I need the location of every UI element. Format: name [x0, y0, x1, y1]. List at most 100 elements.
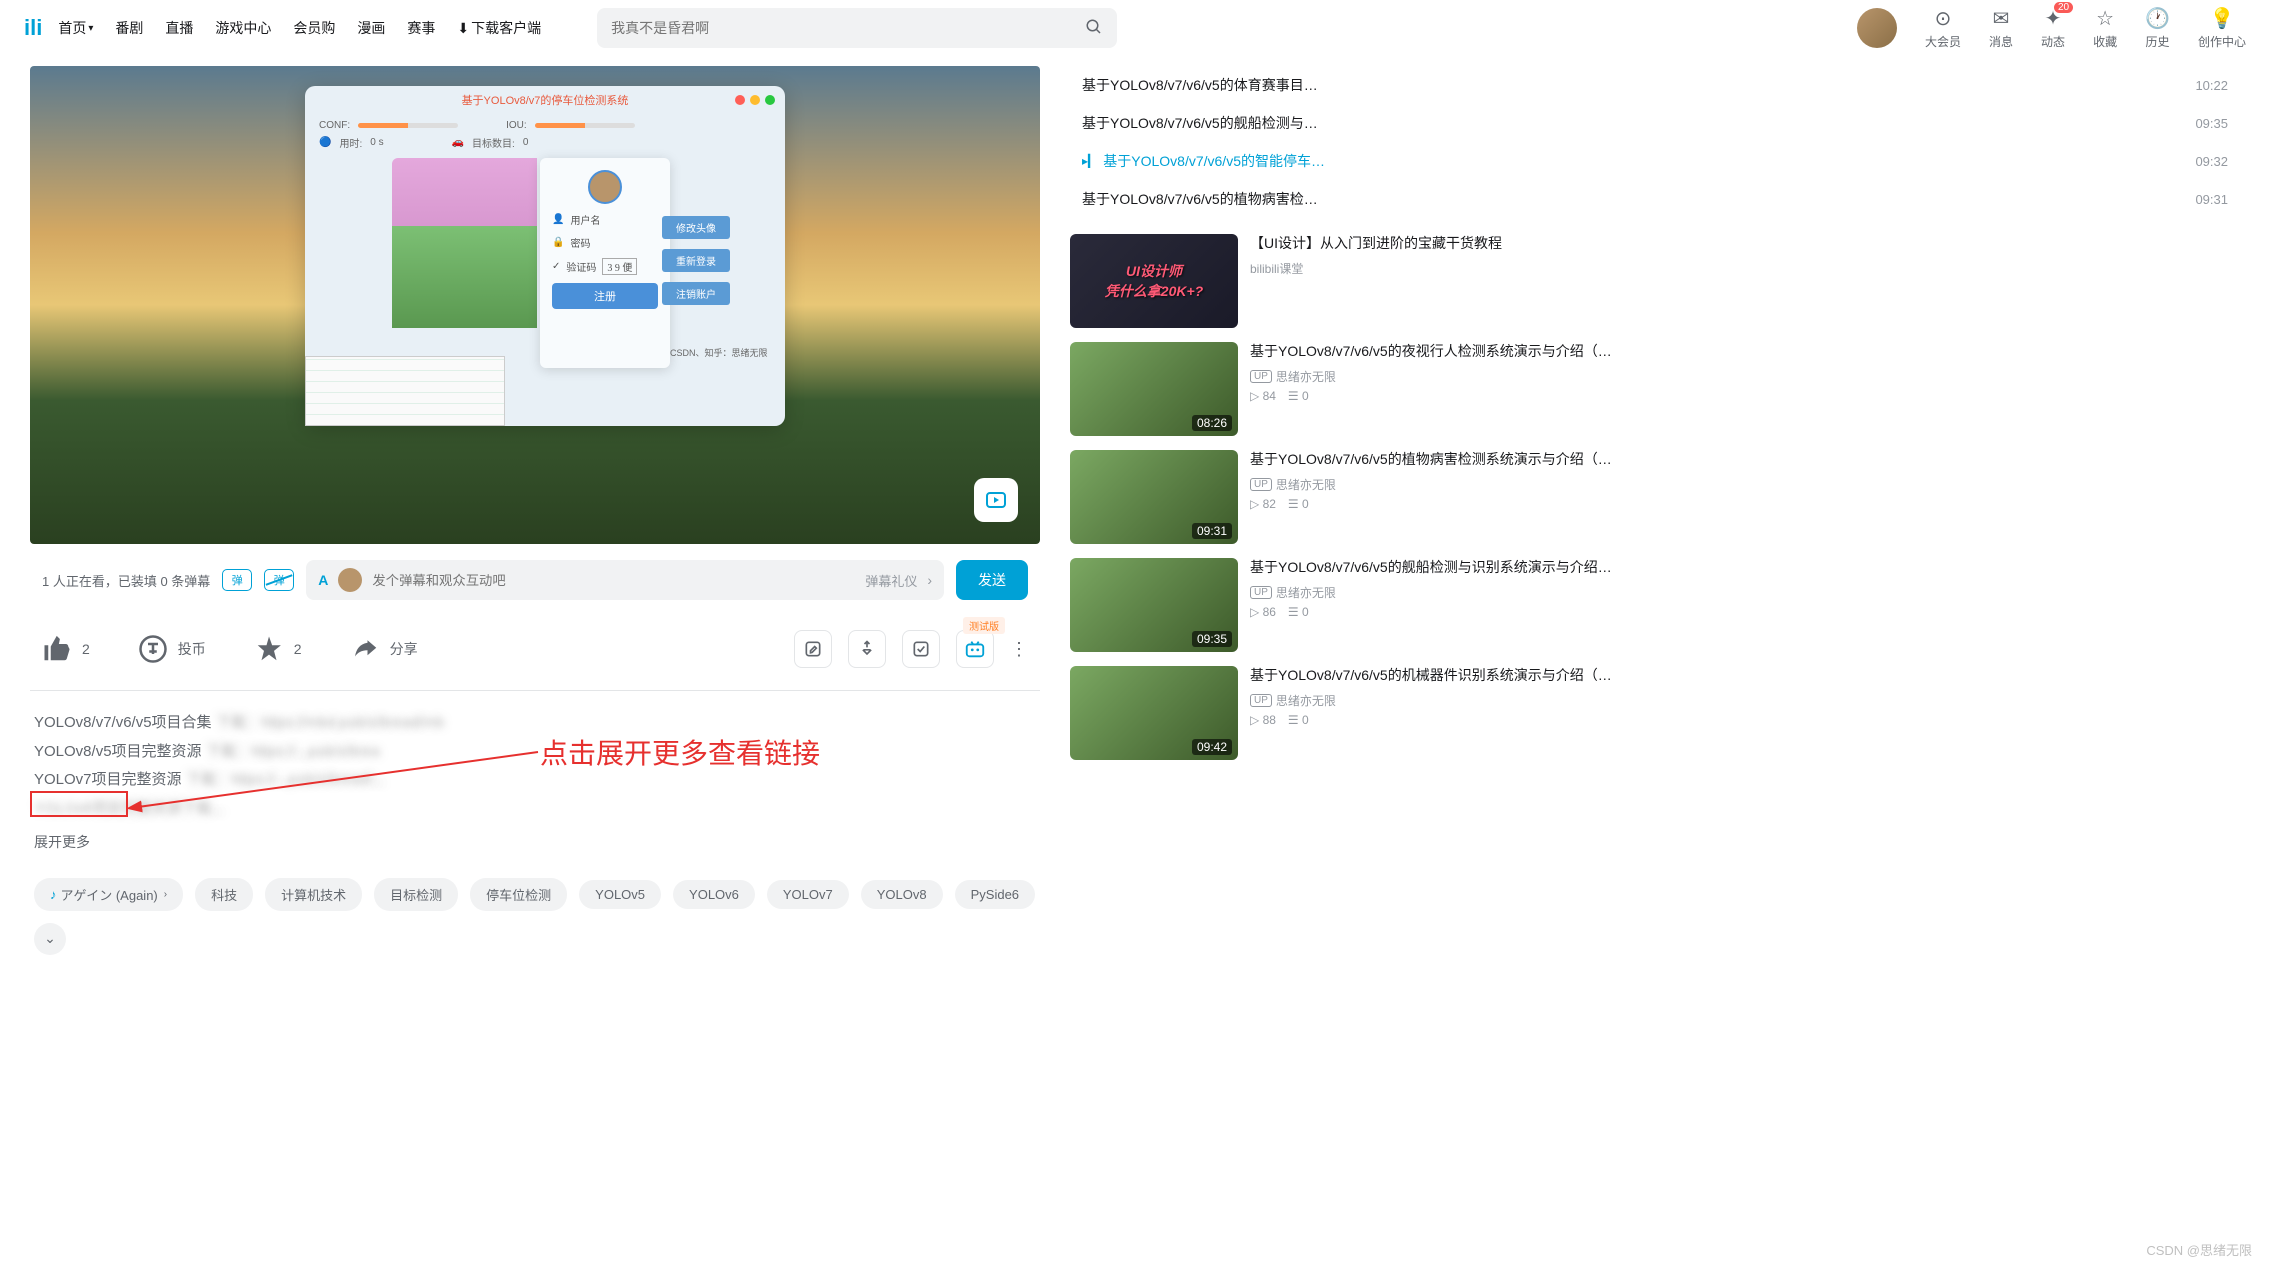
illustration [392, 158, 537, 328]
desc-line: YOLOv8/v5项目完整资源 下载：https://...pub/o/brea [34, 738, 1036, 767]
expand-more[interactable]: 展开更多 [34, 829, 1036, 856]
tag-more[interactable]: ⌄ [34, 923, 66, 955]
nav-item[interactable]: 漫画 [357, 18, 385, 38]
danmaku-stat: 1 人正在看，已装填 0 条弹幕 [42, 571, 210, 590]
target-value: 0 [523, 137, 529, 148]
rnav-消息[interactable]: ✉消息 [1989, 6, 2013, 50]
main-nav: 首页 ▾ 番剧 直播 游戏中心 会员购 漫画 赛事 ⬇ 下载客户端 [58, 18, 541, 38]
check-button[interactable] [902, 630, 940, 668]
side-button: 注销账户 [662, 282, 730, 305]
tag[interactable]: 停车位检测 [470, 878, 567, 911]
reco-item[interactable]: 08:26基于YOLOv8/v7/v6/v5的夜视行人检测系统演示与介绍（…UP… [1070, 342, 2240, 436]
share-label: 分享 [390, 639, 418, 659]
side-button: 修改头像 [662, 216, 730, 239]
rnav-历史[interactable]: 🕐历史 [2145, 6, 2170, 50]
danmaku-toggle-on[interactable]: 弹 [222, 569, 252, 591]
user-nav: ⊙大会员 ✉消息 ✦动态20 ☆收藏 🕐历史 💡创作中心 [1857, 6, 2246, 50]
tag[interactable]: YOLOv8 [861, 880, 943, 909]
rnav-动态[interactable]: ✦动态20 [2041, 6, 2065, 50]
send-button[interactable]: 发送 [956, 560, 1028, 600]
tags: ♪ アゲイン (Again) › 科技计算机技术目标检测停车位检测 YOLOv5 YO… [30, 864, 1040, 969]
site-logo[interactable]: ili [24, 15, 42, 41]
description: YOLOv8/v7/v6/v5项目合集 下载：https://mbd.pub/o… [30, 691, 1040, 864]
tag-music[interactable]: ♪ アゲイン (Again) › [34, 878, 183, 911]
recommendations: UI设计师凭什么拿20K+?【UI设计】从入门到进阶的宝藏干货教程bilibil… [1070, 234, 2240, 760]
tag[interactable]: 目标检测 [374, 878, 458, 911]
watermark: CSDN @思绪无限 [2146, 1240, 2252, 1259]
login-panel: 👤用户名 🔒密码 ✓验证码3 9 便 注册 [540, 158, 670, 368]
tag[interactable]: 计算机技术 [265, 878, 362, 911]
header: ili 首页 ▾ 番剧 直播 游戏中心 会员购 漫画 赛事 ⬇ 下载客户端 ⊙大会员 ✉消息 ✦动… [0, 0, 2270, 56]
rnav-创作中心[interactable]: 💡创作中心 [2198, 6, 2246, 50]
more-icon[interactable]: ⋮ [1010, 639, 1028, 660]
time-value: 0 s [370, 137, 383, 148]
play-button[interactable] [974, 478, 1018, 522]
side-button: 重新登录 [662, 249, 730, 272]
coin-button[interactable]: 投币 [138, 634, 206, 664]
nav-item[interactable]: 番剧 [115, 18, 143, 38]
tag[interactable]: YOLOv6 [673, 880, 755, 909]
username-label: 用户名 [570, 212, 600, 227]
danmaku-etiquette[interactable]: 弹幕礼仪 [865, 571, 917, 590]
reco-item[interactable]: UI设计师凭什么拿20K+?【UI设计】从入门到进阶的宝藏干货教程bilibil… [1070, 234, 2240, 328]
playlist-item[interactable]: 基于YOLOv8/v7/v6/v5的舰船检测与…09:35 [1070, 104, 2240, 142]
tag[interactable]: YOLOv7 [767, 880, 849, 909]
captcha-value: 3 9 便 [602, 258, 637, 275]
playlist-item[interactable]: ▸▎基于YOLOv8/v7/v6/v5的智能停车…09:32 [1070, 142, 2240, 180]
rnav-收藏[interactable]: ☆收藏 [2093, 6, 2117, 50]
desc-line: YOLOv7项目完整资源 下载：https://...pub/o/bread/.… [34, 766, 1036, 795]
password-label: 密码 [570, 235, 590, 250]
coin-label: 投币 [178, 639, 206, 659]
annotation-text: 点击展开更多查看链接 [540, 727, 820, 780]
data-grid [305, 356, 505, 426]
like-button[interactable]: 2 [42, 634, 90, 664]
search-box[interactable] [597, 8, 1117, 48]
note-button[interactable] [794, 630, 832, 668]
reco-item[interactable]: 09:35基于YOLOv8/v7/v6/v5的舰船检测与识别系统演示与介绍…UP… [1070, 558, 2240, 652]
time-label: 用时: [339, 135, 362, 150]
reco-item[interactable]: 09:31基于YOLOv8/v7/v6/v5的植物病害检测系统演示与介绍（…UP… [1070, 450, 2240, 544]
search-input[interactable] [611, 20, 1085, 36]
like-count: 2 [82, 641, 90, 657]
target-label: 目标数目: [472, 135, 515, 150]
test-badge: 测试版 [963, 617, 1005, 634]
tag[interactable]: 科技 [195, 878, 253, 911]
playlist-item[interactable]: 基于YOLOv8/v7/v6/v5的植物病害检…09:31 [1070, 180, 2240, 218]
captcha-label: 验证码 [566, 259, 596, 274]
login-avatar [588, 170, 622, 204]
video-actions: 2 投币 2 分享 测试版 ⋮ [30, 608, 1040, 691]
nav-item[interactable]: 首页 ▾ [58, 18, 93, 38]
playlist: 基于YOLOv8/v7/v6/v5的体育赛事目…10:22基于YOLOv8/v7… [1070, 66, 2240, 218]
app-title: 基于YOLOv8/v7的停车位检测系统 [462, 92, 629, 108]
danmaku-bar: 1 人正在看，已装填 0 条弹幕 弹 弹 A 弹幕礼仪› 发送 [30, 552, 1040, 608]
nav-item[interactable]: 游戏中心 [215, 18, 271, 38]
reco-item[interactable]: 09:42基于YOLOv8/v7/v6/v5的机械器件识别系统演示与介绍（…UP… [1070, 666, 2240, 760]
playlist-item[interactable]: 基于YOLOv8/v7/v6/v5的体育赛事目…10:22 [1070, 66, 2240, 104]
danmaku-avatar [338, 568, 362, 592]
desc-line: YOLOv8/v7/v6/v5项目合集 下载：https://mbd.pub/o… [34, 709, 1036, 738]
danmaku-input[interactable] [372, 573, 855, 588]
pin-button[interactable] [848, 630, 886, 668]
tag[interactable]: PySide6 [955, 880, 1035, 909]
conf-slider [358, 123, 458, 128]
nav-item[interactable]: 直播 [165, 18, 193, 38]
fav-button[interactable]: 2 [254, 634, 302, 664]
font-icon[interactable]: A [318, 572, 328, 588]
nav-item[interactable]: ⬇ 下载客户端 [457, 18, 541, 38]
tag[interactable]: YOLOv5 [579, 880, 661, 909]
avatar[interactable] [1857, 8, 1897, 48]
danmaku-toggle-off[interactable]: 弹 [264, 569, 294, 591]
rnav-大会员[interactable]: ⊙大会员 [1925, 6, 1961, 50]
share-button[interactable]: 分享 [350, 634, 418, 664]
csdn-credit: CSDN、知乎：思绪无限 [670, 346, 768, 359]
search-icon[interactable] [1085, 18, 1103, 39]
conf-label: CONF: [319, 120, 350, 131]
desc-line: YOLOv6项目完整资源下载... [34, 795, 1036, 824]
register-button: 注册 [552, 283, 658, 309]
danmaku-input-wrap: A 弹幕礼仪› [306, 560, 944, 600]
video-player[interactable]: 基于YOLOv8/v7的停车位检测系统 CONF: IOU: 🔵用时:0 s 🚗… [30, 66, 1040, 544]
nav-item[interactable]: 会员购 [293, 18, 335, 38]
nav-item[interactable]: 赛事 [407, 18, 435, 38]
ai-button[interactable]: 测试版 [956, 630, 994, 668]
iou-slider [535, 123, 635, 128]
